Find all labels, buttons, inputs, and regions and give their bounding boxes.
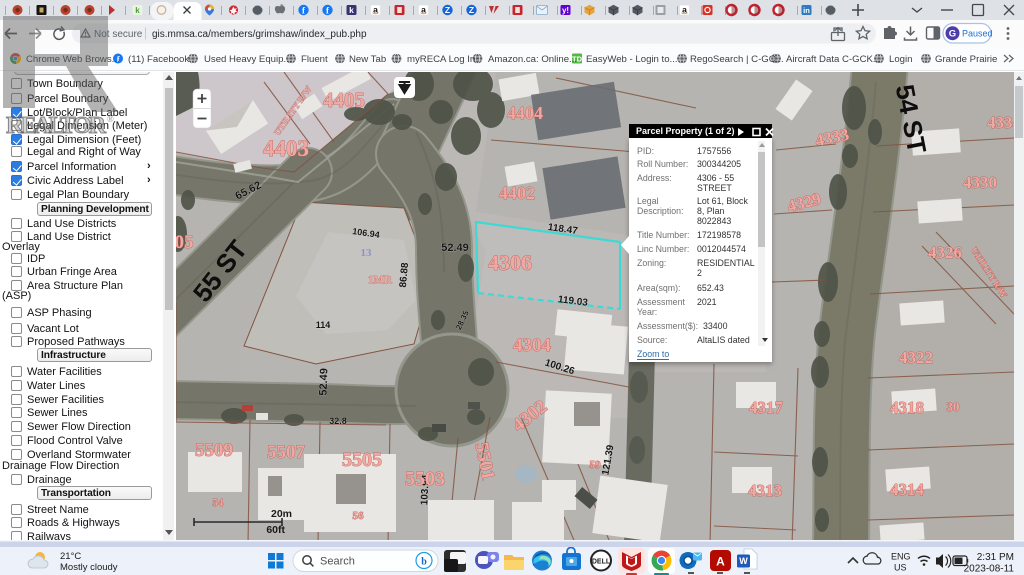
svg-text:DELL: DELL [592,559,611,566]
svg-text:gis.mmsa.ca/members/grimshaw/i: gis.mmsa.ca/members/grimshaw/index_pub.p… [152,29,367,40]
svg-text:4330: 4330 [963,173,997,192]
svg-text:4402: 4402 [499,183,535,203]
svg-text:5507: 5507 [267,442,306,463]
svg-text:in: in [803,6,810,15]
svg-text:k: k [349,5,354,15]
svg-text:56: 56 [353,510,365,522]
svg-text:4334: 4334 [987,113,1014,132]
svg-text:52.49: 52.49 [441,242,469,254]
svg-text:4306: 4306 [488,250,532,275]
svg-text:G: G [949,29,956,40]
svg-text:52.49: 52.49 [318,368,331,396]
svg-text:Z: Z [469,5,474,15]
svg-text:4318: 4318 [890,398,924,417]
svg-text:05: 05 [176,232,194,253]
svg-text:2:31 PM: 2:31 PM [977,552,1014,563]
svg-text:Mostly cloudy: Mostly cloudy [60,562,118,573]
svg-text:5505: 5505 [342,449,382,471]
svg-text:5509: 5509 [195,440,233,461]
svg-text:y!: y! [562,6,569,15]
svg-text:21°C: 21°C [60,551,81,562]
svg-text:W: W [739,556,748,566]
svg-text:ENG: ENG [891,552,911,562]
svg-text:4326: 4326 [928,243,962,262]
svg-text:A: A [716,555,725,569]
svg-text:US: US [894,563,907,573]
svg-text:Search: Search [320,556,355,568]
svg-text:54: 54 [213,497,225,509]
svg-text:4313: 4313 [748,481,782,500]
svg-text:4304: 4304 [513,335,552,356]
svg-text:4322: 4322 [899,348,933,367]
svg-text:5503: 5503 [405,468,445,490]
svg-text:Paused: Paused [962,28,993,38]
svg-text:20m: 20m [271,508,292,520]
svg-text:86.88: 86.88 [398,262,411,288]
svg-text:b: b [421,557,427,568]
svg-text:30: 30 [947,399,960,414]
svg-text:2023-08-11: 2023-08-11 [964,564,1015,575]
svg-text:k: k [135,6,140,15]
svg-text:1MR: 1MR [368,274,393,286]
svg-text:4403: 4403 [263,136,309,161]
svg-text:Z: Z [445,5,450,15]
svg-text:4404: 4404 [507,103,543,123]
svg-text:13: 13 [361,247,373,259]
svg-text:114: 114 [316,320,331,330]
svg-text:4317: 4317 [749,398,784,417]
svg-text:Not secure: Not secure [94,29,143,40]
svg-text:4405: 4405 [323,88,365,112]
svg-text:32.8: 32.8 [329,416,347,426]
svg-text:59: 59 [590,459,602,471]
svg-text:60ft: 60ft [266,524,285,536]
svg-text:4314: 4314 [890,480,925,499]
